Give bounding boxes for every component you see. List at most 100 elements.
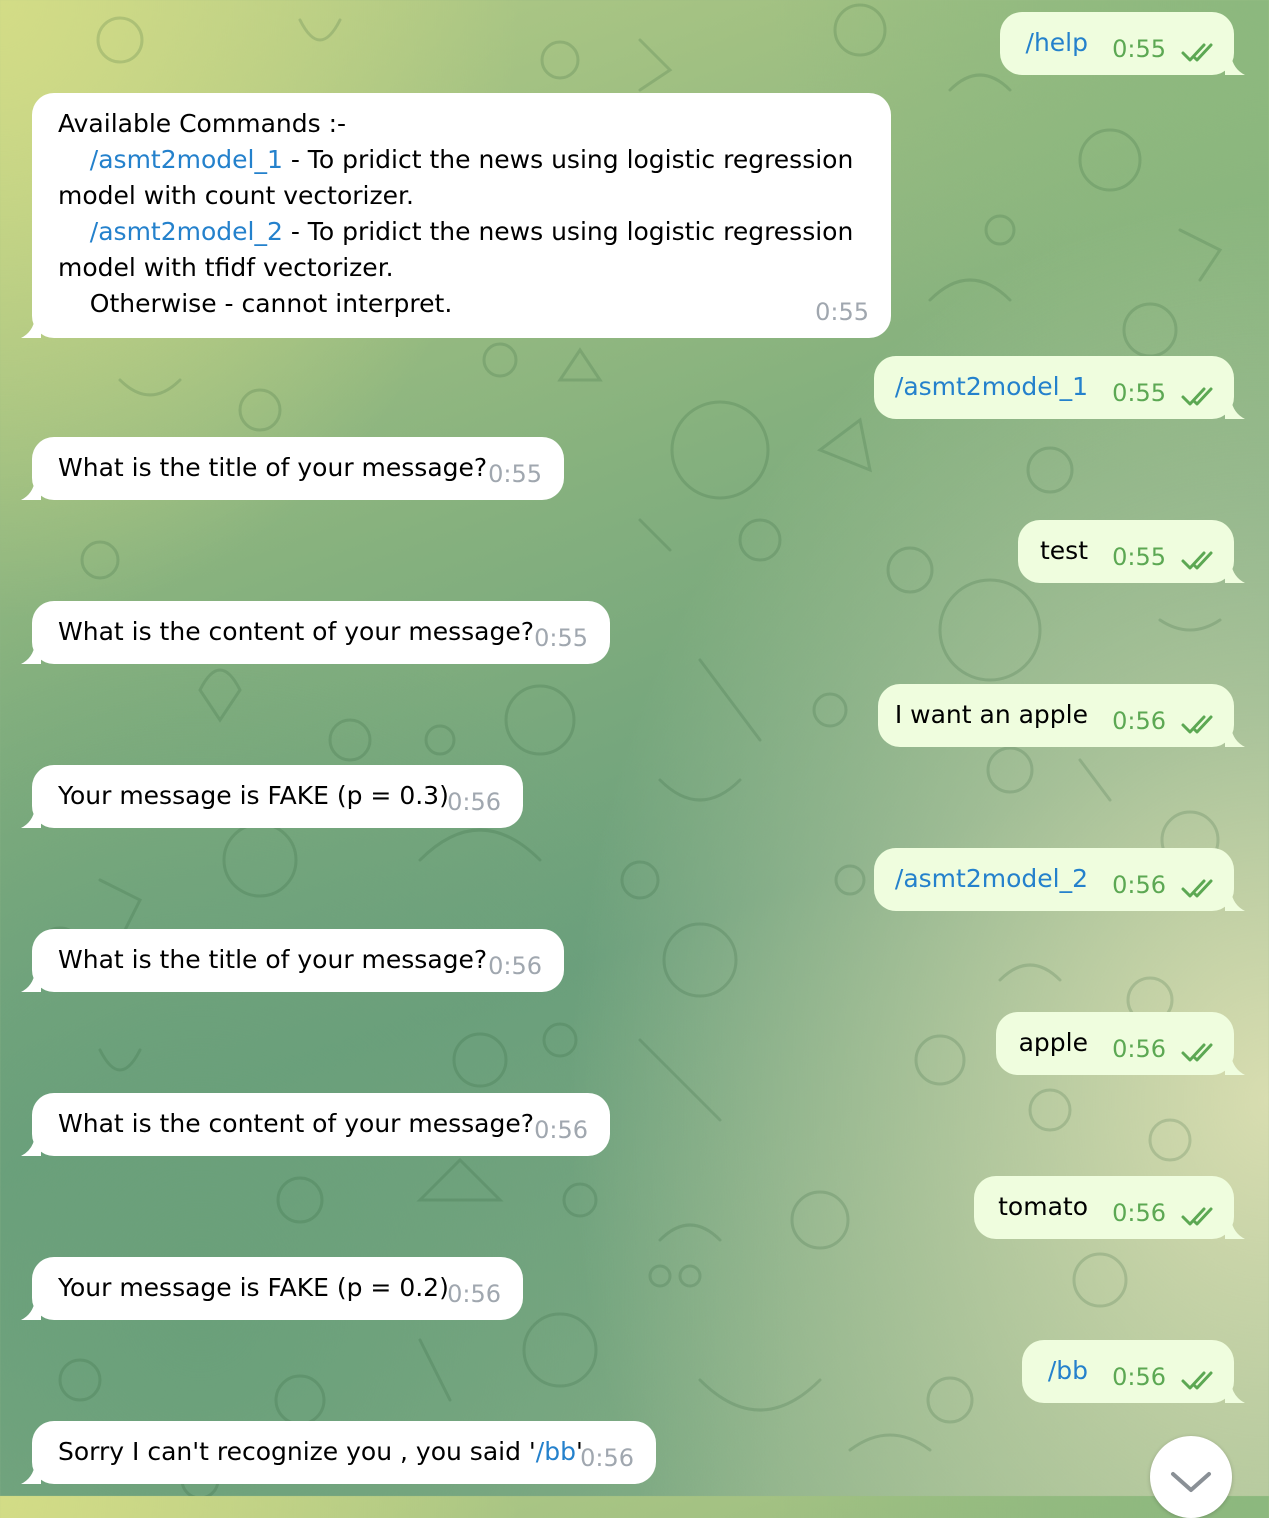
double-check-icon xyxy=(1181,1043,1213,1062)
message-body: /asmt2model_2 xyxy=(895,861,1088,897)
outgoing-message[interactable]: test 0:55 xyxy=(1018,520,1245,583)
double-check-icon xyxy=(1181,1207,1213,1226)
message-timestamp: 0:56 xyxy=(447,788,501,816)
bubble-tail xyxy=(1225,1055,1245,1075)
message-timestamp: 0:56 xyxy=(488,952,542,980)
bubble-tail xyxy=(21,644,41,664)
message-text-part xyxy=(58,217,90,246)
double-check-icon xyxy=(1181,715,1213,734)
message-text: Your message is FAKE (p = 0.2) xyxy=(58,1273,449,1302)
message-body: test xyxy=(1040,533,1088,569)
message-text: What is the content of your message? xyxy=(58,617,535,646)
message-timestamp: 0:55 xyxy=(1112,543,1166,571)
message-line: /asmt2model_1 - To pridict the news usin… xyxy=(58,142,865,178)
bubble-tail xyxy=(21,1464,41,1484)
message-text-part xyxy=(58,145,90,174)
message-body: /bb xyxy=(1048,1353,1088,1389)
message-timestamp: 0:56 xyxy=(1112,1199,1166,1227)
message-body: /asmt2model_1 xyxy=(895,369,1088,405)
command-link[interactable]: /bb xyxy=(536,1437,576,1466)
command-link[interactable]: /asmt2model_2 xyxy=(90,217,283,246)
message-text-part: Available Commands :- xyxy=(58,109,347,138)
message-body: What is the content of your message? xyxy=(58,614,584,650)
message-timestamp: 0:56 xyxy=(534,1116,588,1144)
outgoing-message[interactable]: /help 0:55 xyxy=(1000,12,1245,75)
command-link[interactable]: /help xyxy=(1026,28,1088,57)
message-text: What is the content of your message? xyxy=(58,1109,535,1138)
bubble-tail xyxy=(21,480,41,500)
message-text: apple xyxy=(1018,1028,1088,1057)
double-check-icon xyxy=(1181,879,1213,898)
message-timestamp: 0:56 xyxy=(1112,707,1166,735)
message-text-part: model with count vectorizer. xyxy=(58,181,414,210)
message-timestamp: 0:55 xyxy=(534,624,588,652)
outgoing-message[interactable]: /asmt2model_1 0:55 xyxy=(874,356,1245,419)
incoming-message[interactable]: What is the title of your message? 0:56 xyxy=(21,929,564,992)
incoming-message[interactable]: What is the content of your message? 0:55 xyxy=(21,601,610,664)
double-check-icon xyxy=(1181,387,1213,406)
incoming-message[interactable]: Your message is FAKE (p = 0.3) 0:56 xyxy=(21,765,523,828)
message-line: model with count vectorizer. xyxy=(58,178,865,214)
chevron-down-icon xyxy=(1171,1472,1211,1492)
scroll-down-button[interactable] xyxy=(1150,1436,1232,1518)
message-timestamp: 0:55 xyxy=(488,460,542,488)
message-body: Sorry I can't recognize you , you said '… xyxy=(58,1434,630,1470)
outgoing-message[interactable]: /asmt2model_2 0:56 xyxy=(874,848,1245,911)
message-line: model with tfidf vectorizer. xyxy=(58,250,865,286)
double-check-icon xyxy=(1181,43,1213,62)
message-timestamp: 0:55 xyxy=(1112,379,1166,407)
bubble-tail xyxy=(1225,55,1245,75)
bubble-tail xyxy=(1225,727,1245,747)
message-line: Available Commands :- xyxy=(58,106,865,142)
double-check-icon xyxy=(1181,1371,1213,1390)
bubble-tail xyxy=(1225,563,1245,583)
message-body: What is the title of your message? xyxy=(58,942,538,978)
message-text: test xyxy=(1039,536,1088,565)
bubble-tail xyxy=(1225,1383,1245,1403)
message-body: I want an apple xyxy=(895,697,1088,733)
message-text-part: - To pridict the news using logistic reg… xyxy=(282,145,854,174)
bubble-tail xyxy=(21,318,41,338)
message-body: tomato xyxy=(998,1189,1088,1225)
command-link[interactable]: /asmt2model_1 xyxy=(90,145,283,174)
message-body: Your message is FAKE (p = 0.3) xyxy=(58,778,497,814)
bubble-tail xyxy=(21,808,41,828)
message-body: What is the content of your message? xyxy=(58,1106,584,1142)
incoming-message[interactable]: Sorry I can't recognize you , you said '… xyxy=(21,1421,656,1484)
command-link[interactable]: /bb xyxy=(1048,1356,1088,1385)
incoming-message[interactable]: Available Commands :- /asmt2model_1 - To… xyxy=(21,93,891,338)
message-text: I want an apple xyxy=(894,700,1088,729)
message-text-part: Sorry I can't recognize you , you said ' xyxy=(58,1437,536,1466)
message-body: Your message is FAKE (p = 0.2) xyxy=(58,1270,497,1306)
message-text-part: Otherwise - cannot interpret. xyxy=(58,289,453,318)
command-link[interactable]: /asmt2model_2 xyxy=(895,864,1088,893)
double-check-icon xyxy=(1181,551,1213,570)
message-timestamp: 0:56 xyxy=(580,1444,634,1472)
message-timestamp: 0:55 xyxy=(815,298,869,326)
message-body: apple xyxy=(1019,1025,1088,1061)
bubble-tail xyxy=(1225,399,1245,419)
outgoing-message[interactable]: I want an apple 0:56 xyxy=(878,684,1245,747)
message-body: /help xyxy=(1026,25,1088,61)
message-text: What is the title of your message? xyxy=(58,945,488,974)
message-timestamp: 0:56 xyxy=(1112,1035,1166,1063)
message-text: What is the title of your message? xyxy=(58,453,488,482)
message-timestamp: 0:56 xyxy=(1112,871,1166,899)
message-body: What is the title of your message? xyxy=(58,450,538,486)
outgoing-message[interactable]: apple 0:56 xyxy=(996,1012,1245,1075)
message-timestamp: 0:56 xyxy=(447,1280,501,1308)
incoming-message[interactable]: Your message is FAKE (p = 0.2) 0:56 xyxy=(21,1257,523,1320)
command-link[interactable]: /asmt2model_1 xyxy=(895,372,1088,401)
bubble-tail xyxy=(21,1300,41,1320)
message-timestamp: 0:55 xyxy=(1112,35,1166,63)
bubble-tail xyxy=(1225,891,1245,911)
message-line: /asmt2model_2 - To pridict the news usin… xyxy=(58,214,865,250)
incoming-message[interactable]: What is the content of your message? 0:56 xyxy=(21,1093,610,1156)
outgoing-message[interactable]: tomato 0:56 xyxy=(974,1176,1245,1239)
bubble-tail xyxy=(21,1136,41,1156)
message-text: Your message is FAKE (p = 0.3) xyxy=(58,781,449,810)
message-text-part: model with tfidf vectorizer. xyxy=(58,253,394,282)
outgoing-message[interactable]: /bb 0:56 xyxy=(1022,1340,1245,1403)
incoming-message[interactable]: What is the title of your message? 0:55 xyxy=(21,437,564,500)
message-body: Available Commands :- /asmt2model_1 - To… xyxy=(58,106,865,322)
